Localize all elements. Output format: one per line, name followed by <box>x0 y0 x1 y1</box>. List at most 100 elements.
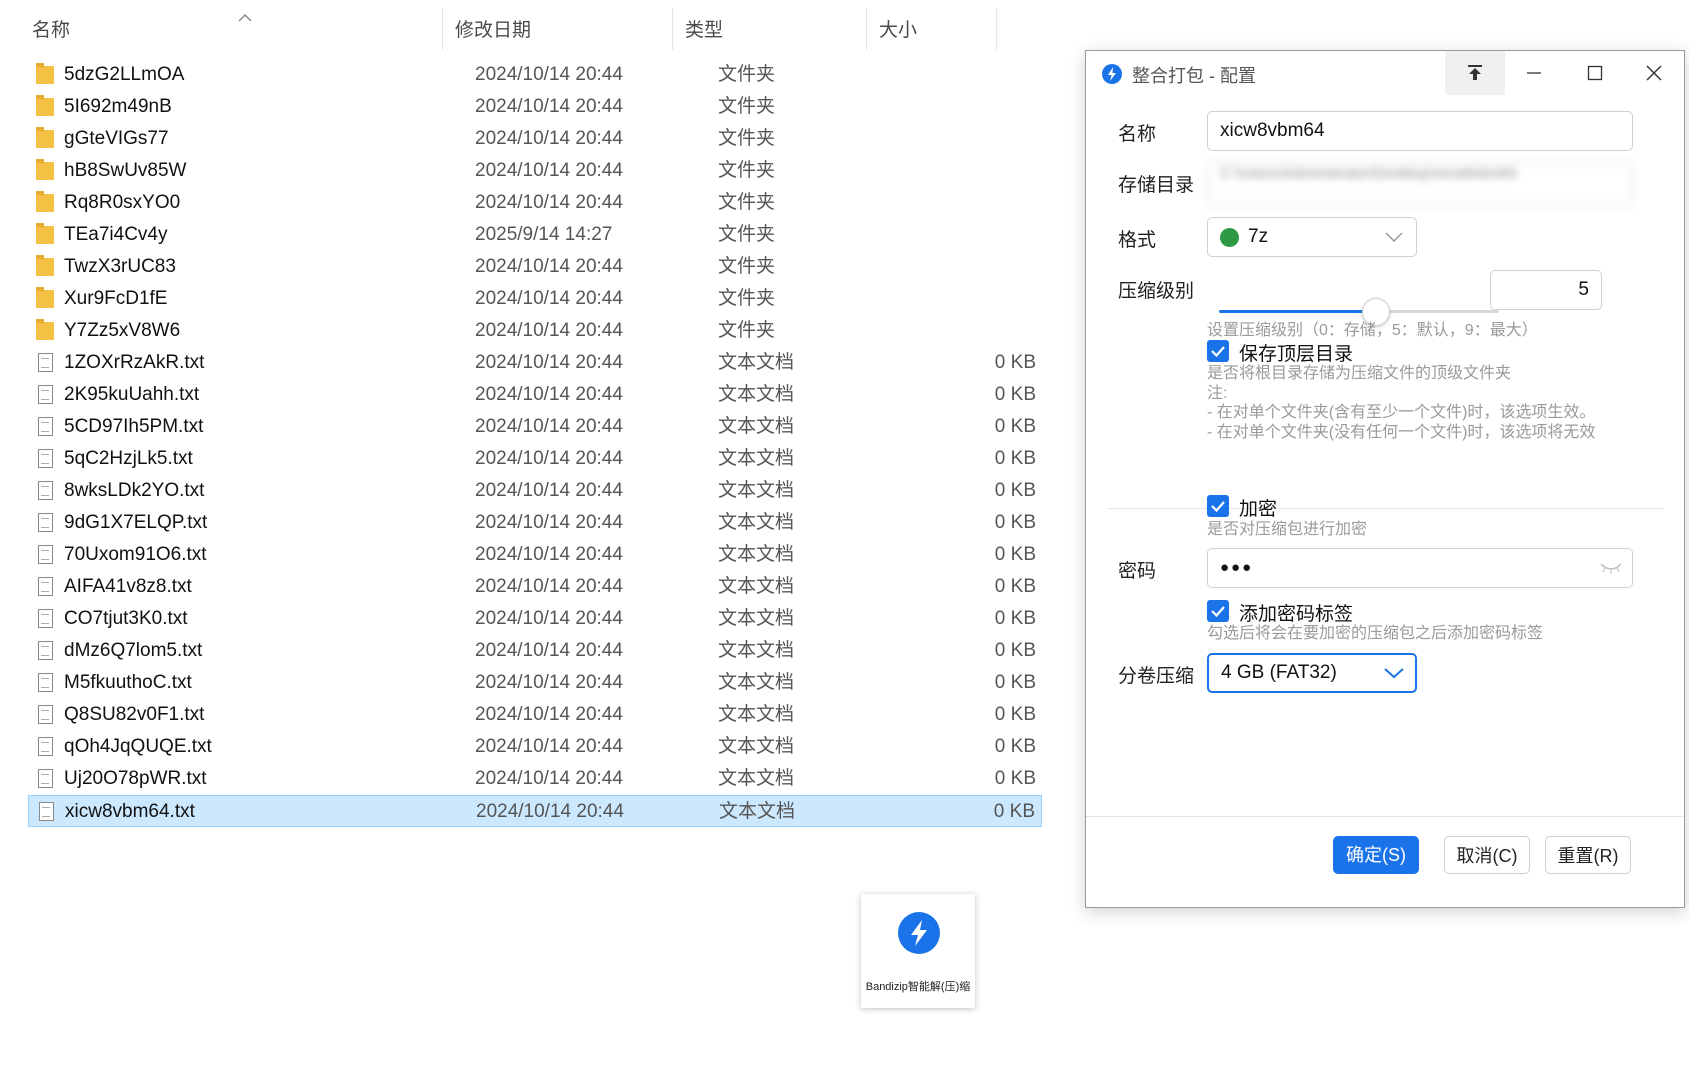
file-name: AIFA41v8z8.txt <box>64 576 192 597</box>
file-name: Rq8R0sxYO0 <box>64 192 181 213</box>
checkmark-icon <box>1211 606 1225 618</box>
keep-top-dir-note: 注: <box>1207 385 1228 402</box>
file-row[interactable]: Q8SU82v0F1.txt 2024/10/14 20:44 文本文档 0 KB <box>28 699 1042 731</box>
file-row[interactable]: qOh4JqQUQE.txt 2024/10/14 20:44 文本文档 0 KB <box>28 731 1042 763</box>
text-file-icon <box>38 673 53 692</box>
file-name: hB8SwUv85W <box>64 160 187 181</box>
split-value: 4 GB (FAT32) <box>1221 662 1337 683</box>
folder-icon <box>36 255 54 276</box>
file-row[interactable]: 5qC2HzjLk5.txt 2024/10/14 20:44 文本文档 0 KB <box>28 443 1042 475</box>
file-name: qOh4JqQUQE.txt <box>64 736 212 757</box>
file-row[interactable]: AIFA41v8z8.txt 2024/10/14 20:44 文本文档 0 KB <box>28 571 1042 603</box>
folder-icon <box>36 191 54 212</box>
minimize-button[interactable] <box>1504 51 1564 95</box>
file-size: 0 KB <box>994 512 1036 533</box>
file-size: 0 KB <box>994 576 1036 597</box>
maximize-button[interactable] <box>1565 51 1625 95</box>
file-type: 文本文档 <box>718 736 795 757</box>
keep-top-dir-label: 保存顶层目录 <box>1239 344 1354 365</box>
file-type: 文本文档 <box>718 768 795 789</box>
folder-row[interactable]: 5I692m49nB 2024/10/14 20:44 文件夹 <box>28 91 1042 123</box>
cancel-button[interactable]: 取消(C) <box>1444 836 1530 874</box>
keep-top-dir-note-1: - 在对单个文件夹(含有至少一个文件)时，该选项生效。 <box>1207 404 1596 421</box>
7z-format-icon <box>1220 228 1239 247</box>
file-type: 文本文档 <box>718 704 795 725</box>
encrypt-checkbox[interactable] <box>1207 495 1229 517</box>
level-slider[interactable] <box>1219 298 1499 326</box>
file-row[interactable]: M5fkuuthoC.txt 2024/10/14 20:44 文本文档 0 KB <box>28 667 1042 699</box>
level-input[interactable]: 5 <box>1490 270 1602 310</box>
folder-row[interactable]: TwzX3rUC83 2024/10/14 20:44 文件夹 <box>28 251 1042 283</box>
file-row[interactable]: 70Uxom91O6.txt 2024/10/14 20:44 文本文档 0 KB <box>28 539 1042 571</box>
file-row[interactable]: 8wksLDk2YO.txt 2024/10/14 20:44 文本文档 0 KB <box>28 475 1042 507</box>
modified-date: 2024/10/14 20:44 <box>475 640 623 661</box>
folder-row[interactable]: gGteVIGs77 2024/10/14 20:44 文件夹 <box>28 123 1042 155</box>
modified-date: 2024/10/14 20:44 <box>475 544 623 565</box>
pin-top-icon <box>1468 65 1482 80</box>
modified-date: 2024/10/14 20:44 <box>475 416 623 437</box>
ok-button[interactable]: 确定(S) <box>1333 836 1419 874</box>
file-name: Uj20O78pWR.txt <box>64 768 207 789</box>
folder-row[interactable]: hB8SwUv85W 2024/10/14 20:44 文件夹 <box>28 155 1042 187</box>
file-name: 8wksLDk2YO.txt <box>64 480 205 501</box>
file-row[interactable]: dMz6Q7lom5.txt 2024/10/14 20:44 文本文档 0 KB <box>28 635 1042 667</box>
column-date[interactable]: 修改日期 <box>443 8 673 50</box>
modified-date: 2024/10/14 20:44 <box>475 384 623 405</box>
name-input[interactable]: xicw8vbm64 <box>1207 111 1633 151</box>
file-size: 0 KB <box>994 480 1036 501</box>
text-file-icon <box>38 769 53 788</box>
file-type: 文本文档 <box>718 608 795 629</box>
file-row[interactable]: CO7tjut3K0.txt 2024/10/14 20:44 文本文档 0 KB <box>28 603 1042 635</box>
modified-date: 2024/10/14 20:44 <box>475 352 623 373</box>
modified-date: 2024/10/14 20:44 <box>475 448 623 469</box>
file-name: 9dG1X7ELQP.txt <box>64 512 208 533</box>
file-size: 0 KB <box>994 544 1036 565</box>
column-name[interactable]: 名称 <box>20 8 443 50</box>
folder-row[interactable]: Xur9FcD1fE 2024/10/14 20:44 文件夹 <box>28 283 1042 315</box>
password-input[interactable]: ●●● <box>1207 548 1633 588</box>
close-button[interactable] <box>1624 51 1684 95</box>
folder-row[interactable]: TEa7i4Cv4y 2025/9/14 14:27 文件夹 <box>28 219 1042 251</box>
file-type: 文件夹 <box>718 288 776 309</box>
modified-date: 2024/10/14 20:44 <box>475 160 623 181</box>
file-size: 0 KB <box>994 608 1036 629</box>
level-hint: 设置压缩级别（0：存储，5：默认，9：最大） <box>1207 322 1538 339</box>
keep-top-dir-checkbox[interactable] <box>1207 340 1229 362</box>
file-row[interactable]: 9dG1X7ELQP.txt 2024/10/14 20:44 文本文档 0 KB <box>28 507 1042 539</box>
split-select[interactable]: 4 GB (FAT32) <box>1207 653 1417 693</box>
close-icon <box>1646 65 1662 81</box>
password-tag-checkbox[interactable] <box>1207 600 1229 622</box>
pin-on-top-button[interactable] <box>1445 51 1505 95</box>
bandizip-logo-icon <box>898 912 940 954</box>
save-dir-input[interactable]: C:\Users\Administrator\Desktop\xicw8vbm6… <box>1207 162 1633 206</box>
modified-date: 2024/10/14 20:44 <box>475 736 623 757</box>
encrypt-label: 加密 <box>1239 499 1278 520</box>
save-dir-label: 存储目录 <box>1118 175 1195 196</box>
folder-row[interactable]: 5dzG2LLmOA 2024/10/14 20:44 文件夹 <box>28 59 1042 91</box>
modified-date: 2024/10/14 20:44 <box>475 704 623 725</box>
format-select[interactable]: 7z <box>1207 217 1417 257</box>
dialog-titlebar[interactable]: 整合打包 - 配置 <box>1086 51 1684 95</box>
password-tag-label: 添加密码标签 <box>1239 604 1354 625</box>
text-file-icon <box>38 609 53 628</box>
file-row[interactable]: 1ZOXrRzAkR.txt 2024/10/14 20:44 文本文档 0 KB <box>28 347 1042 379</box>
file-row[interactable]: 5CD97Ih5PM.txt 2024/10/14 20:44 文本文档 0 KB <box>28 411 1042 443</box>
file-row[interactable]: 2K95kuUahh.txt 2024/10/14 20:44 文本文档 0 KB <box>28 379 1042 411</box>
column-type[interactable]: 类型 <box>673 8 867 50</box>
reset-button[interactable]: 重置(R) <box>1545 836 1631 874</box>
column-header: 名称 修改日期 类型 大小 <box>0 8 1050 52</box>
split-label: 分卷压缩 <box>1118 666 1195 687</box>
file-type: 文件夹 <box>718 128 776 149</box>
eye-hidden-icon[interactable] <box>1600 561 1622 575</box>
file-type: 文本文档 <box>718 544 795 565</box>
column-size[interactable]: 大小 <box>867 8 997 50</box>
sort-ascending-icon <box>238 13 252 22</box>
pack-config-dialog: 整合打包 - 配置 名称 xicw8vbm64 存储目录 C:\Users\Ad… <box>1085 50 1685 908</box>
modified-date: 2024/10/14 20:44 <box>475 480 623 501</box>
folder-row[interactable]: Rq8R0sxYO0 2024/10/14 20:44 文件夹 <box>28 187 1042 219</box>
file-type: 文件夹 <box>718 160 776 181</box>
file-row[interactable]: Uj20O78pWR.txt 2024/10/14 20:44 文本文档 0 KB <box>28 763 1042 795</box>
folder-row[interactable]: Y7Zz5xV8W6 2024/10/14 20:44 文件夹 <box>28 315 1042 347</box>
text-file-icon <box>39 802 54 821</box>
file-row[interactable]: xicw8vbm64.txt 2024/10/14 20:44 文本文档 0 KB <box>28 795 1042 827</box>
